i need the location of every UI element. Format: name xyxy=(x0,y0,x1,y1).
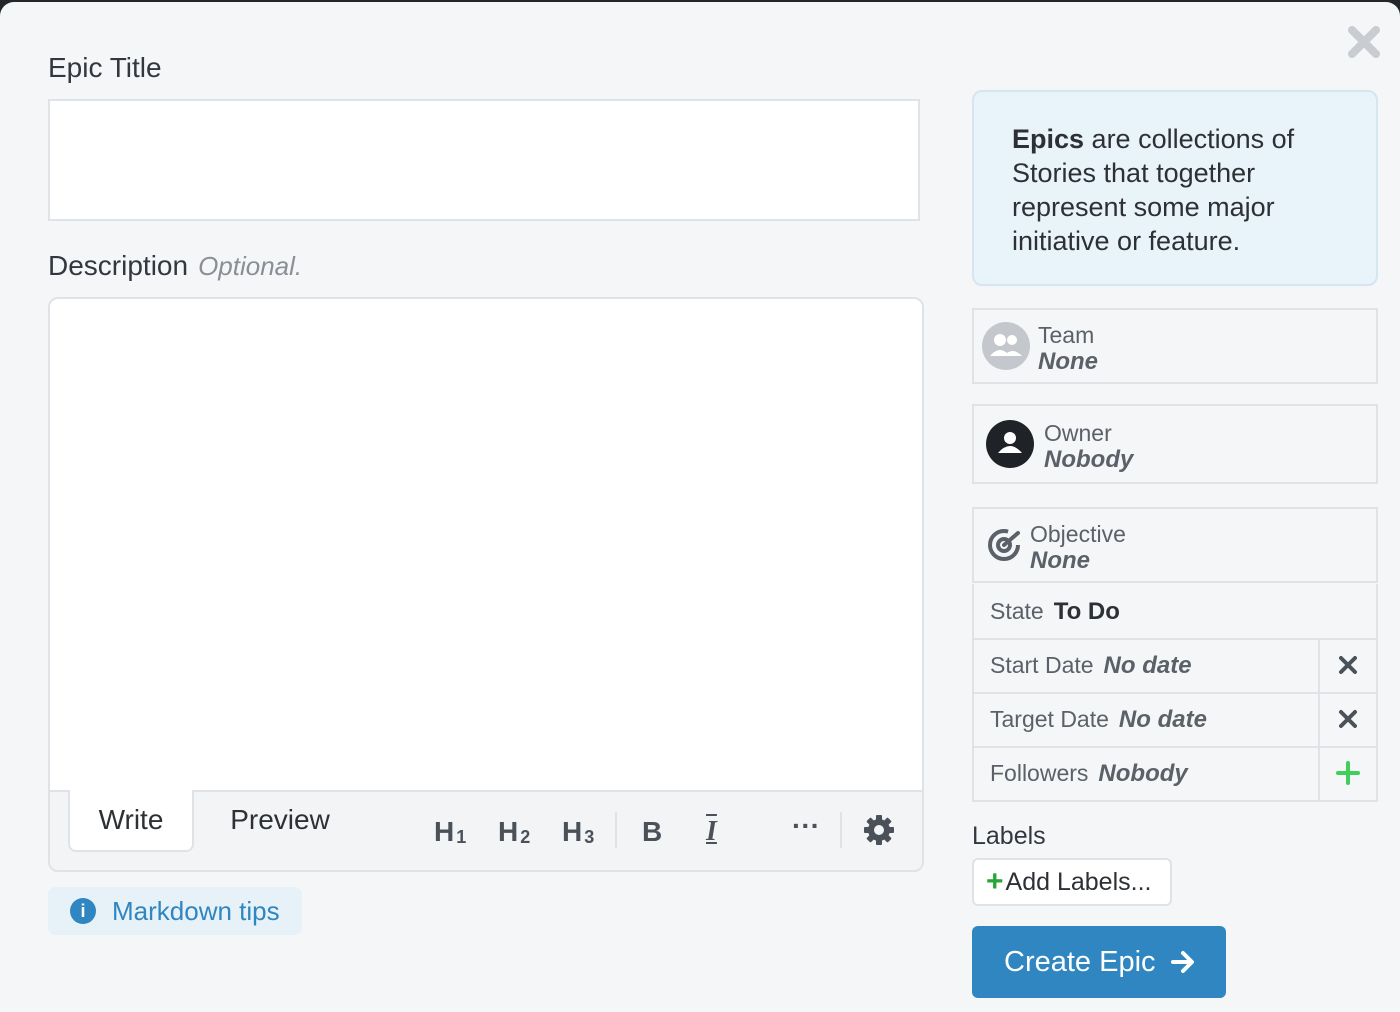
team-icon xyxy=(982,322,1030,370)
heading2-button[interactable]: H2 xyxy=(498,812,530,848)
bold-button[interactable]: B xyxy=(642,812,662,848)
owner-selector[interactable]: Owner Nobody xyxy=(972,404,1378,484)
followers-value: Nobody xyxy=(1098,760,1188,787)
close-icon[interactable] xyxy=(1346,24,1382,60)
start-date-label: Start Date xyxy=(990,652,1094,678)
toolbar-divider xyxy=(840,812,842,848)
clear-x-icon xyxy=(1339,710,1357,728)
epic-title-input[interactable] xyxy=(48,99,920,221)
heading1-button[interactable]: H1 xyxy=(434,812,466,848)
followers-label: Followers xyxy=(990,760,1089,786)
team-value: None xyxy=(1038,348,1098,375)
editor-toolbar: Write Preview H1 H2 H3 B I ··· xyxy=(50,790,922,870)
markdown-tips-label: Markdown tips xyxy=(112,895,280,926)
tab-preview[interactable]: Preview xyxy=(210,790,350,850)
markdown-tips-button[interactable]: i Markdown tips xyxy=(48,887,302,935)
description-editor: Write Preview H1 H2 H3 B I ··· xyxy=(48,297,924,872)
heading2-glyph: H xyxy=(498,816,519,847)
state-field: State To Do xyxy=(990,598,1120,626)
clear-x-icon xyxy=(1339,656,1357,674)
toolbar-divider xyxy=(615,812,617,848)
more-button[interactable]: ··· xyxy=(792,806,820,842)
heading3-button[interactable]: H3 xyxy=(562,812,594,848)
epic-info-text: Epics are collections of Stories that to… xyxy=(1012,122,1352,258)
heading3-glyph: H xyxy=(562,816,583,847)
target-date-field: Target Date No date xyxy=(990,706,1207,734)
heading1-glyph: H xyxy=(434,816,455,847)
create-epic-dialog: Epic Title Description Optional. Write Pr… xyxy=(0,2,1400,1012)
add-labels-button[interactable]: + Add Labels... xyxy=(972,858,1172,906)
description-label: Description xyxy=(48,250,189,281)
state-value: To Do xyxy=(1053,598,1120,625)
optional-hint: Optional. xyxy=(198,251,303,281)
add-labels-label: Add Labels... xyxy=(1005,867,1152,896)
description-label-row: Description Optional. xyxy=(48,250,302,282)
followers-field: Followers Nobody xyxy=(990,760,1188,788)
state-label: State xyxy=(990,598,1044,624)
objective-target-icon xyxy=(988,529,1020,561)
followers-selector[interactable]: Followers Nobody xyxy=(972,746,1378,802)
add-plus-icon: + xyxy=(986,865,1004,898)
start-date-selector[interactable]: Start Date No date xyxy=(972,638,1378,694)
target-date-value: No date xyxy=(1118,706,1207,733)
create-epic-button[interactable]: Create Epic xyxy=(972,926,1226,998)
team-selector[interactable]: Team None xyxy=(972,308,1378,384)
tab-write[interactable]: Write xyxy=(68,790,194,852)
epic-info-box: Epics are collections of Stories that to… xyxy=(972,90,1378,286)
objective-label: Objective xyxy=(1030,521,1126,547)
heading2-sub: 2 xyxy=(520,827,531,847)
add-plus-icon xyxy=(1336,761,1360,785)
state-selector[interactable]: State To Do xyxy=(972,584,1378,640)
create-epic-label: Create Epic xyxy=(1004,945,1156,978)
start-date-value: No date xyxy=(1103,652,1192,679)
arrow-right-icon xyxy=(1170,951,1194,973)
epic-title-label: Epic Title xyxy=(48,52,162,83)
epic-info-bold: Epics xyxy=(1012,124,1085,154)
description-textarea[interactable] xyxy=(50,299,922,789)
owner-value: Nobody xyxy=(1044,446,1134,473)
clear-start-date-button[interactable] xyxy=(1318,638,1376,692)
owner-avatar-icon xyxy=(986,420,1034,468)
team-label: Team xyxy=(1038,322,1095,348)
info-icon: i xyxy=(70,898,96,924)
labels-heading: Labels xyxy=(972,822,1046,850)
target-date-label: Target Date xyxy=(990,706,1109,732)
settings-gear-icon[interactable] xyxy=(863,814,895,846)
clear-target-date-button[interactable] xyxy=(1318,692,1376,746)
objective-value: None xyxy=(1030,547,1090,574)
start-date-field: Start Date No date xyxy=(990,652,1192,680)
heading1-sub: 1 xyxy=(456,827,467,847)
heading3-sub: 3 xyxy=(584,827,595,847)
italic-button[interactable]: I xyxy=(706,812,717,848)
target-date-selector[interactable]: Target Date No date xyxy=(972,692,1378,748)
objective-selector[interactable]: Objective None xyxy=(972,507,1378,583)
owner-label: Owner xyxy=(1044,420,1112,446)
add-follower-button[interactable] xyxy=(1318,746,1376,800)
